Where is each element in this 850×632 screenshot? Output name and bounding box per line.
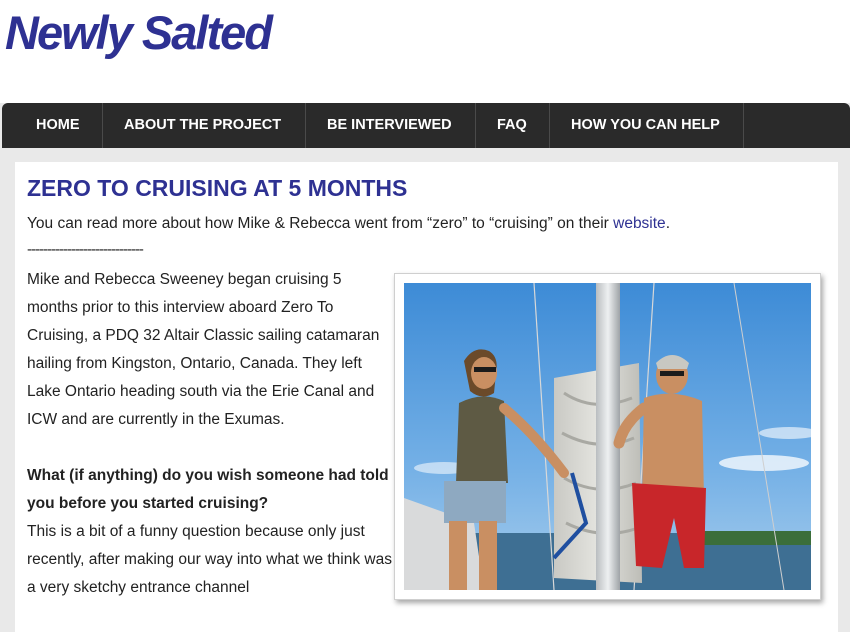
post-intro: You can read more about how Mike & Rebec… xyxy=(27,212,670,236)
intro-period: . xyxy=(665,215,670,232)
nav-separator xyxy=(305,103,306,148)
site-logo[interactable]: Newly Salted xyxy=(5,2,273,64)
main-nav: HOME ABOUT THE PROJECT BE INTERVIEWED FA… xyxy=(2,103,850,148)
nav-separator xyxy=(743,103,744,148)
main-content: ZERO TO CRUISING AT 5 MONTHS You can rea… xyxy=(15,162,838,632)
intro-paragraph: Mike and Rebecca Sweeney began cruising … xyxy=(27,271,380,428)
nav-separator xyxy=(549,103,550,148)
answer-paragraph: This is a bit of a funny question becaus… xyxy=(27,523,392,596)
question-heading: What (if anything) do you wish someone h… xyxy=(27,467,389,512)
nav-separator xyxy=(475,103,476,148)
site-header: Newly Salted xyxy=(0,0,850,103)
nav-item-about-the-project[interactable]: ABOUT THE PROJECT xyxy=(124,103,281,148)
nav-item-how-you-can-help[interactable]: HOW YOU CAN HELP xyxy=(571,103,720,148)
nav-item-home[interactable]: HOME xyxy=(36,103,80,148)
website-link[interactable]: website xyxy=(613,215,666,232)
post-photo[interactable] xyxy=(394,273,821,600)
post-title[interactable]: ZERO TO CRUISING AT 5 MONTHS xyxy=(27,174,407,202)
nav-separator xyxy=(102,103,103,148)
text-divider: ----------------------------- xyxy=(27,241,144,258)
nav-item-be-interviewed[interactable]: BE INTERVIEWED xyxy=(327,103,452,148)
intro-text: You can read more about how Mike & Rebec… xyxy=(27,215,614,232)
sailboat-photo xyxy=(404,283,811,590)
post-body: Mike and Rebecca Sweeney began cruising … xyxy=(27,266,392,602)
nav-item-faq[interactable]: FAQ xyxy=(497,103,527,148)
